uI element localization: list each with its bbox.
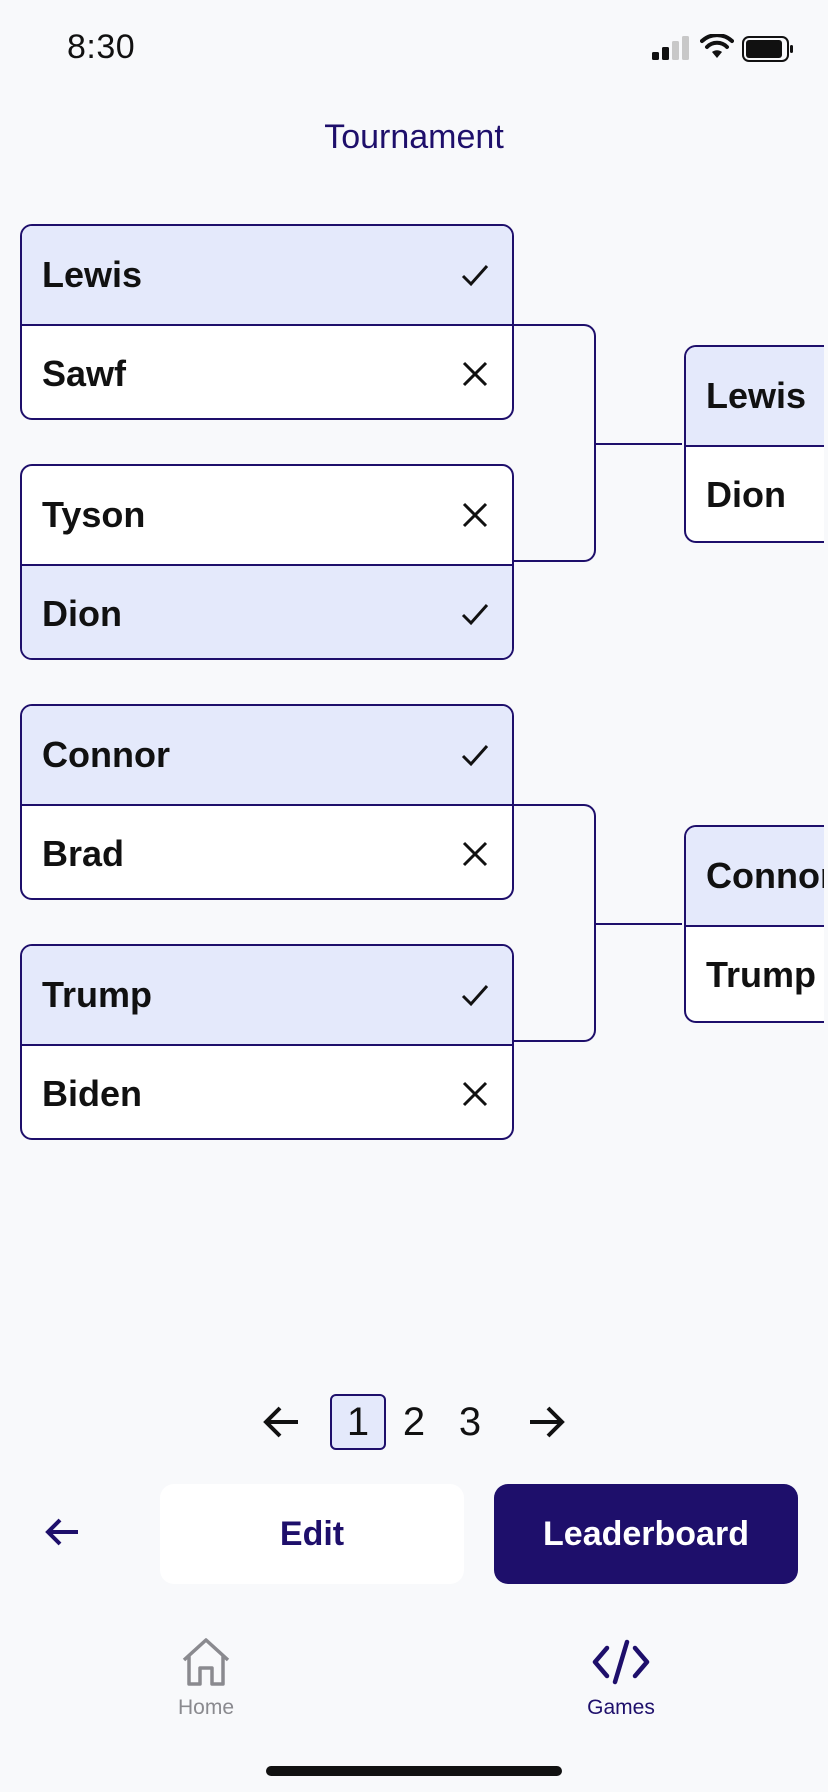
pagination: 1 2 3	[0, 1392, 828, 1452]
match-slot-winner[interactable]: Trump	[22, 946, 512, 1044]
page-1-button[interactable]: 1	[330, 1394, 386, 1450]
match-slot-winner[interactable]: Dion	[22, 564, 512, 658]
close-icon	[462, 1081, 488, 1107]
match-card[interactable]: Tyson Dion	[20, 464, 514, 660]
close-icon	[462, 841, 488, 867]
close-icon	[462, 361, 488, 387]
next-page-button[interactable]	[526, 1402, 566, 1442]
player-name: Trump	[42, 974, 153, 1015]
check-icon	[461, 985, 489, 1007]
match-slot-loser[interactable]: Biden	[22, 1044, 512, 1138]
wifi-icon	[700, 34, 734, 58]
check-icon	[461, 745, 489, 767]
match-slot-loser[interactable]: Tyson	[22, 466, 512, 564]
back-button[interactable]	[42, 1512, 82, 1552]
page-2-button[interactable]: 2	[386, 1394, 442, 1450]
player-name: Tyson	[42, 494, 146, 535]
code-icon	[592, 1639, 650, 1685]
bracket-connector	[514, 324, 596, 562]
arrow-right-icon	[530, 1406, 565, 1438]
status-time: 8:30	[67, 28, 136, 66]
page-3-button[interactable]: 3	[442, 1394, 498, 1450]
player-name: Connor	[42, 734, 170, 775]
player-name: Brad	[42, 833, 125, 874]
check-icon	[461, 604, 489, 626]
match-card-round2[interactable]: Lewis Dion	[684, 345, 824, 543]
match-slot[interactable]: Connor	[686, 827, 824, 925]
tab-label: Home	[177, 1696, 235, 1719]
player-name: Trump	[706, 954, 817, 995]
leaderboard-button[interactable]: Leaderboard	[494, 1484, 798, 1584]
bracket-connector	[514, 804, 596, 1042]
check-icon	[461, 265, 489, 287]
home-icon	[182, 1638, 230, 1686]
battery-icon	[742, 36, 793, 62]
player-name: Dion	[706, 474, 786, 515]
edit-button[interactable]: Edit	[160, 1484, 464, 1584]
match-card[interactable]: Lewis Sawf	[20, 224, 514, 420]
player-name: Lewis	[706, 375, 807, 416]
match-slot-winner[interactable]: Connor	[22, 706, 512, 804]
prev-page-button[interactable]	[262, 1402, 302, 1442]
tab-games[interactable]: Games	[541, 1636, 701, 1720]
match-slot-loser[interactable]: Sawf	[22, 324, 512, 418]
match-card-round2[interactable]: Connor Trump	[684, 825, 824, 1023]
signal-icon	[652, 36, 689, 60]
bracket-connector-line	[596, 923, 682, 925]
page-title: Tournament	[324, 118, 504, 156]
player-name: Lewis	[42, 254, 143, 295]
match-card[interactable]: Trump Biden	[20, 944, 514, 1140]
arrow-left-icon	[263, 1406, 298, 1438]
tab-home[interactable]: Home	[126, 1636, 286, 1720]
tab-label: Games	[587, 1696, 655, 1719]
player-name: Biden	[42, 1073, 143, 1114]
arrow-left-icon	[45, 1518, 78, 1546]
home-indicator[interactable]	[266, 1766, 562, 1776]
match-card[interactable]: Connor Brad	[20, 704, 514, 900]
match-slot[interactable]: Trump	[686, 925, 824, 1021]
bracket-connector-line	[596, 443, 682, 445]
match-slot-winner[interactable]: Lewis	[22, 226, 512, 324]
match-slot-loser[interactable]: Brad	[22, 804, 512, 898]
match-slot[interactable]: Dion	[686, 445, 824, 541]
close-icon	[462, 502, 488, 528]
player-name: Dion	[42, 593, 122, 634]
player-name: Sawf	[42, 353, 127, 394]
player-name: Connor	[706, 855, 824, 896]
match-slot[interactable]: Lewis	[686, 347, 824, 445]
